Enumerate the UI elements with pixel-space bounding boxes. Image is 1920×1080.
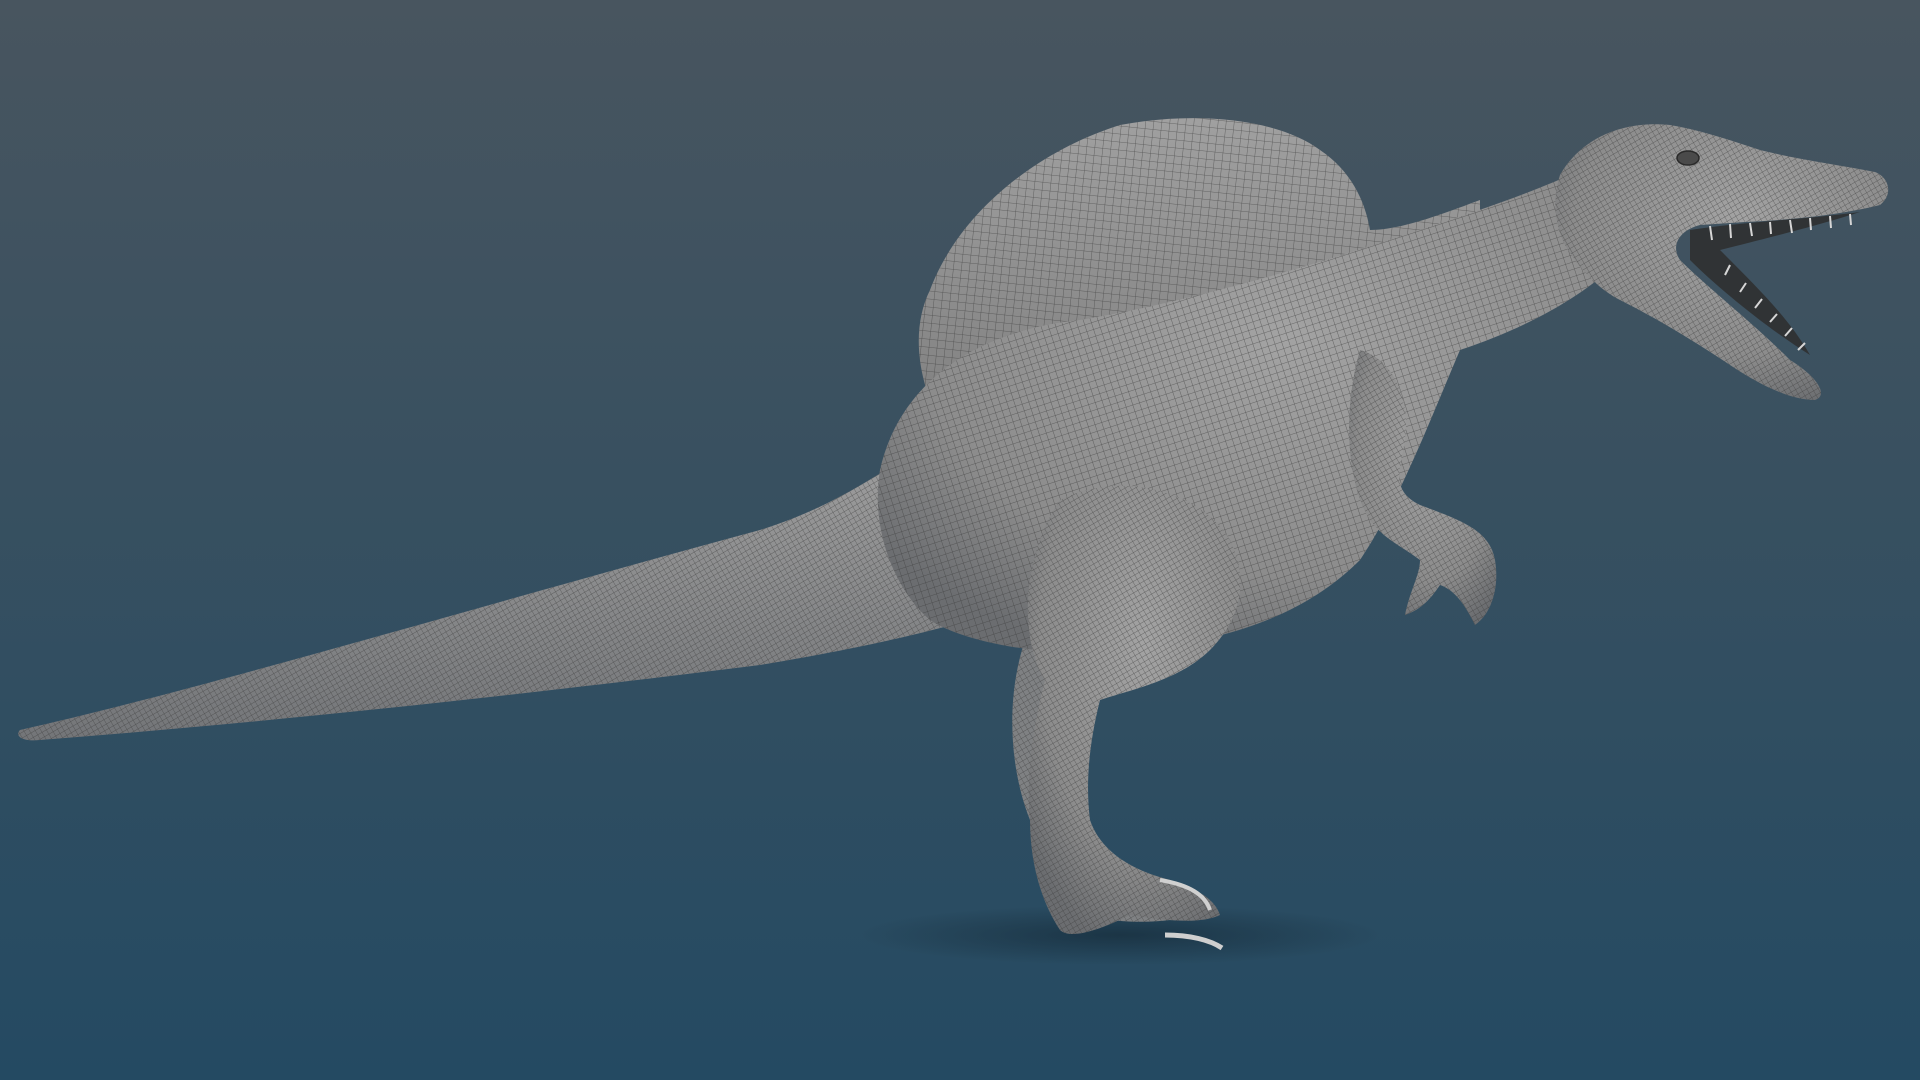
tail [18,460,971,741]
spinosaurus-render [18,118,1889,965]
near-leg [1027,485,1241,951]
head [1555,124,1889,400]
render-viewport [0,0,1920,1080]
eye [1676,150,1700,166]
